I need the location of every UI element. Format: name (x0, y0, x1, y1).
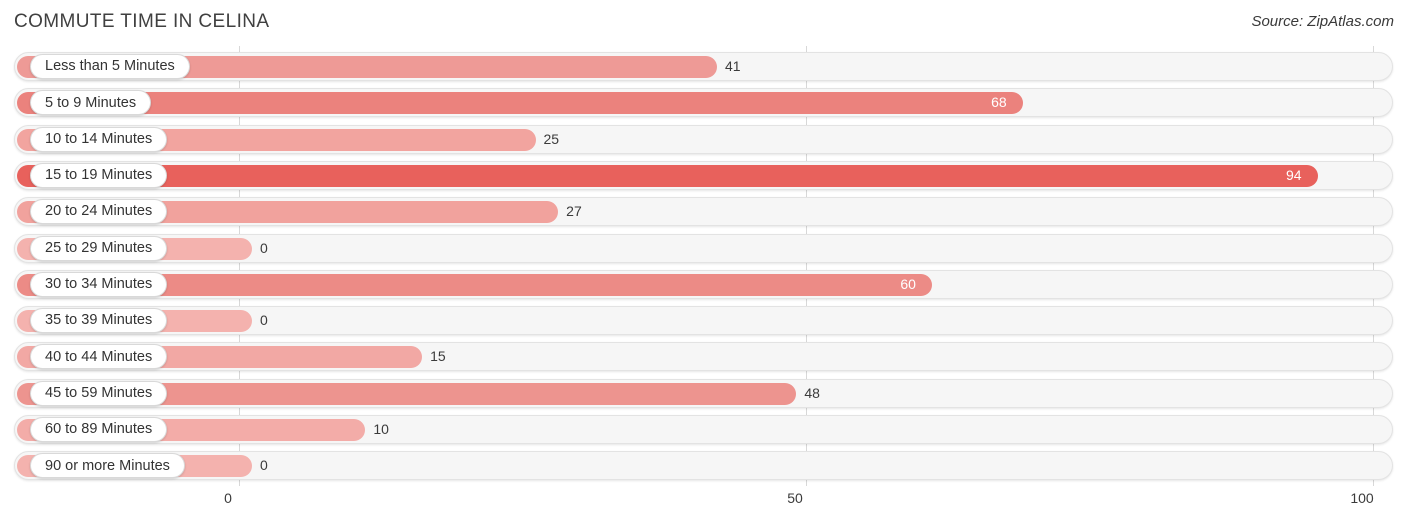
value-label: 0 (260, 239, 268, 256)
category-label-text: 20 to 24 Minutes (45, 203, 153, 220)
page-title: COMMUTE TIME IN CELINA (14, 11, 270, 32)
category-label-text: 25 to 29 Minutes (45, 239, 153, 256)
category-label-pill[interactable]: 60 to 89 Minutes (30, 417, 168, 442)
value-label: 27 (566, 203, 582, 220)
value-label: 0 (260, 312, 268, 329)
chart-plot-area: Less than 5 Minutes 41 5 to 9 Minutes 68 10 … (0, 46, 1406, 486)
category-label-pill[interactable]: 10 to 14 Minutes (30, 126, 168, 152)
bar-row[interactable]: 10 to 14 Minutes 25 (0, 124, 1406, 156)
category-label-pill[interactable]: 20 to 24 Minutes (30, 199, 168, 225)
bar-row[interactable]: 15 to 19 Minutes 94 (0, 160, 1406, 192)
category-label-text: 90 or more Minutes (45, 457, 170, 474)
bar-row[interactable]: 90 or more Minutes 0 (0, 450, 1406, 482)
category-label-pill[interactable]: 35 to 39 Minutes (30, 308, 168, 334)
category-label-pill[interactable]: 25 to 29 Minutes (30, 235, 168, 261)
category-label-text: 35 to 39 Minutes (45, 312, 153, 329)
category-label-text: Less than 5 Minutes (45, 58, 175, 75)
bar-rows: Less than 5 Minutes 41 5 to 9 Minutes 68 10 … (0, 46, 1406, 486)
category-label-text: 40 to 44 Minutes (45, 348, 153, 365)
bar-row[interactable]: 5 to 9 Minutes 68 (0, 87, 1406, 119)
category-label-pill[interactable]: 30 to 34 Minutes (30, 271, 168, 297)
bar-row[interactable]: 30 to 34 Minutes 60 (0, 269, 1406, 301)
value-bar[interactable] (17, 92, 1024, 115)
bar-row[interactable]: 60 to 89 Minutes 10 (0, 414, 1406, 446)
category-label-pill[interactable]: Less than 5 Minutes (30, 54, 190, 79)
axis-tick-label: 0 (224, 490, 232, 506)
value-label: 25 (543, 130, 560, 147)
category-label-text: 10 to 14 Minutes (45, 130, 153, 147)
bar-row[interactable]: 20 to 24 Minutes 27 (0, 196, 1406, 228)
category-label-pill[interactable]: 40 to 44 Minutes (30, 344, 168, 370)
category-label-text: 5 to 9 Minutes (45, 94, 137, 111)
chart-header: COMMUTE TIME IN CELINA Source: ZipAtlas.… (0, 0, 1406, 46)
axis-tick-label: 50 (787, 490, 803, 506)
category-label-text: 45 to 59 Minutes (45, 384, 153, 401)
source-attribution: Source: ZipAtlas.com (1251, 13, 1394, 30)
category-label-text: 60 to 89 Minutes (45, 421, 153, 438)
category-label-pill[interactable]: 45 to 59 Minutes (30, 380, 168, 406)
category-label-text: 15 to 19 Minutes (45, 167, 153, 184)
category-label-pill[interactable]: 5 to 9 Minutes (30, 90, 152, 116)
x-axis: 0 50 100 (0, 486, 1406, 524)
bar-row[interactable]: 45 to 59 Minutes 48 (0, 378, 1406, 410)
bar-row[interactable]: 25 to 29 Minutes 0 (0, 233, 1406, 265)
axis-tick-label: 100 (1350, 490, 1374, 506)
bar-row[interactable]: 35 to 39 Minutes 0 (0, 305, 1406, 337)
value-label: 15 (430, 348, 446, 365)
category-label-pill[interactable]: 15 to 19 Minutes (30, 162, 168, 188)
value-label: 60 (900, 275, 916, 292)
value-label: 48 (804, 384, 820, 401)
bar-row[interactable]: 40 to 44 Minutes 15 (0, 341, 1406, 373)
bar-row[interactable]: Less than 5 Minutes 41 (0, 51, 1406, 83)
category-label-text: 30 to 34 Minutes (45, 276, 153, 293)
value-label: 94 (1285, 166, 1302, 183)
value-label: 0 (260, 457, 268, 474)
category-label-pill[interactable]: 90 or more Minutes (30, 453, 185, 479)
value-bar[interactable] (17, 164, 1318, 187)
value-label: 41 (724, 58, 741, 74)
value-label: 68 (991, 94, 1007, 111)
value-label: 10 (373, 421, 389, 437)
